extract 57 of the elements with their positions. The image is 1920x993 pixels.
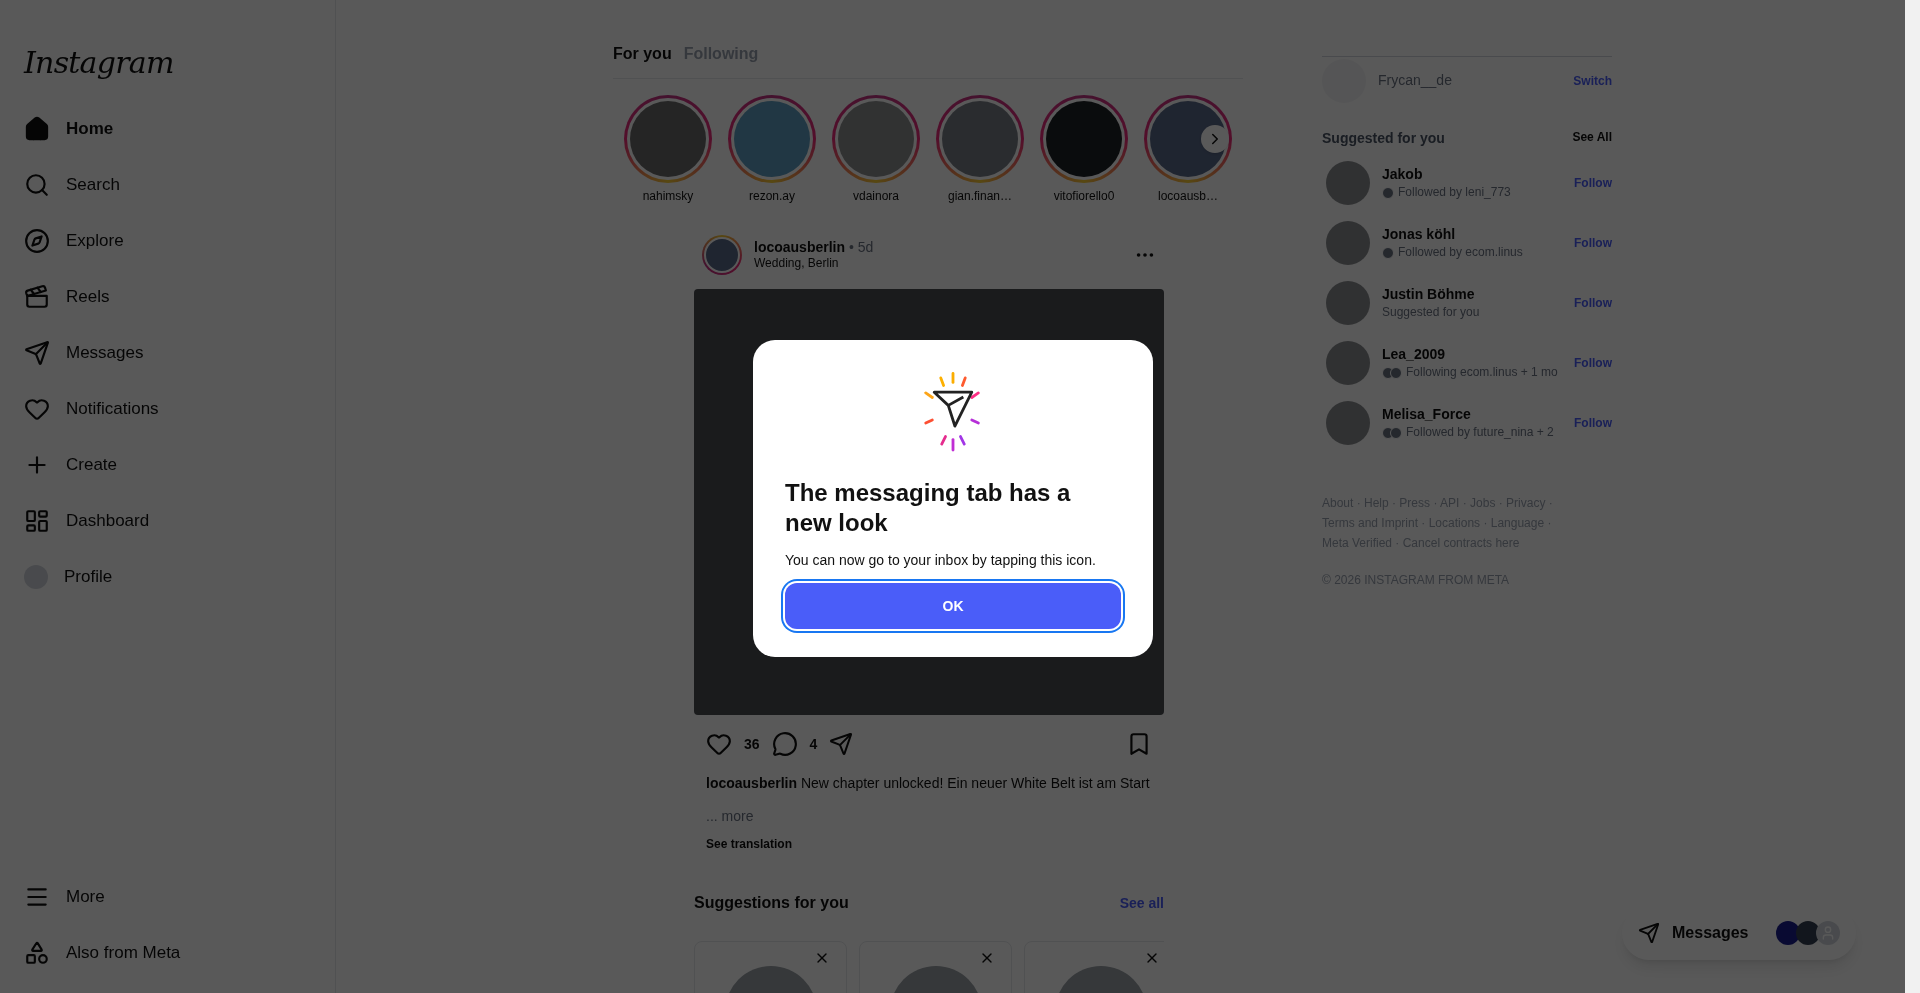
heart-icon [24,396,50,422]
comment-icon[interactable] [771,731,798,757]
like-count: 36 [744,734,760,754]
dialog-text: You can now go to your inbox by tapping this icon. [785,551,1097,570]
avatar[interactable] [702,235,742,275]
post-location[interactable]: Wedding, Berlin [754,256,1122,272]
mutual-avatars [1382,366,1402,379]
avatar[interactable] [1326,341,1370,385]
mutual-avatars [1382,246,1394,259]
nav-item[interactable]: Also from Meta [12,929,323,977]
translation-link[interactable]: See translation [694,835,1164,853]
follow-link[interactable]: Follow [1574,414,1612,432]
section-title: Suggested for you [1322,129,1445,148]
user-name[interactable]: Jakob [1382,165,1562,184]
follow-link[interactable]: Follow [1574,174,1612,192]
nav-item[interactable]: More [12,873,323,921]
switch-link[interactable]: Switch [1573,71,1612,90]
follow-link[interactable]: Follow [1574,354,1612,372]
send-icon [1638,922,1660,944]
avatar[interactable] [1326,401,1370,445]
nav-item[interactable]: Create [12,441,323,489]
nav-item[interactable]: Messages [12,329,323,377]
nav-item[interactable]: Dashboard [12,497,323,545]
nav-item[interactable]: Reels [12,273,323,321]
send-icon [24,340,50,366]
heart-icon[interactable] [706,731,732,757]
avatar[interactable] [1326,221,1370,265]
user-name[interactable]: Melisa_Force [1382,405,1562,424]
search-icon [24,172,50,198]
see-all-link[interactable]: See All [1572,128,1612,149]
dialog-title: The messaging tab has a new look [785,478,1072,538]
nav-item[interactable]: Home [12,105,323,153]
avatar[interactable] [1326,281,1370,325]
mutual-avatars [1382,426,1402,439]
nav-item[interactable]: Explore [12,217,323,265]
nav-item[interactable]: Notifications [12,385,323,433]
mutual-avatars [1382,186,1394,199]
messages-button[interactable]: Messages [1622,906,1856,960]
follow-link[interactable]: Follow [1574,234,1612,252]
post-username[interactable]: locoausberlin [754,238,846,257]
user-name[interactable]: Justin Böhme [1382,285,1562,304]
user-name[interactable]: Lea_2009 [1382,345,1562,364]
compass-icon [24,228,50,254]
send-icon[interactable] [829,732,854,756]
comment-count: 4 [809,734,818,754]
logo[interactable]: Instagram [12,40,323,85]
home-icon [24,116,50,142]
shapes-icon [24,940,50,966]
follow-link[interactable]: Follow [1574,294,1612,312]
avatar[interactable] [1326,161,1370,205]
see-all-link[interactable]: See all [1119,893,1164,914]
section-title: Suggestions for you [694,893,849,913]
nav-item[interactable]: Profile [12,553,323,601]
user-name[interactable]: Jonas köhl [1382,225,1562,244]
nav-item[interactable]: Search [12,161,323,209]
feed-tab[interactable]: For you [613,42,672,66]
post-caption: locoausberlin New chapter unlocked! Ein neuer White Belt ist am Start [705,774,1151,793]
